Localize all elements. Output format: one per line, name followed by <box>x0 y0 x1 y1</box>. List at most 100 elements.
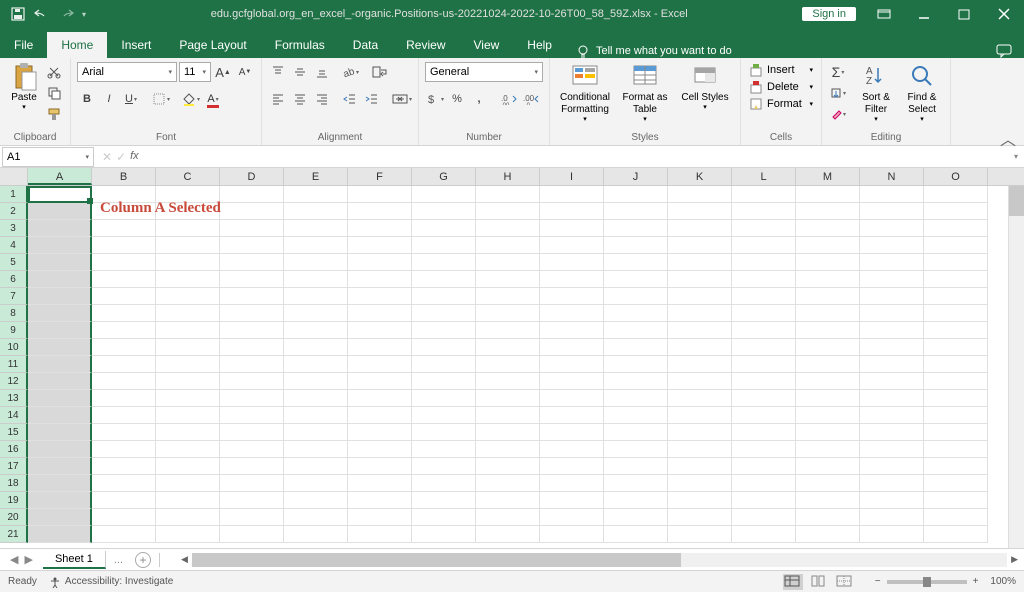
cell[interactable] <box>412 356 476 373</box>
cell[interactable] <box>220 237 284 254</box>
cell[interactable] <box>604 339 668 356</box>
tab-file[interactable]: File <box>0 32 47 58</box>
cell[interactable] <box>796 424 860 441</box>
align-right-icon[interactable] <box>312 89 332 109</box>
cell[interactable] <box>860 458 924 475</box>
fill-icon[interactable] <box>828 83 848 103</box>
sheet-nav-next-icon[interactable]: ▶ <box>24 553 32 566</box>
cell[interactable] <box>860 237 924 254</box>
cell[interactable] <box>348 373 412 390</box>
cell[interactable] <box>476 305 540 322</box>
cell[interactable] <box>540 373 604 390</box>
cell[interactable] <box>284 373 348 390</box>
sheet-tab[interactable]: Sheet 1 <box>43 551 106 569</box>
ribbon-display-icon[interactable] <box>864 0 904 28</box>
cell[interactable] <box>92 322 156 339</box>
tab-view[interactable]: View <box>460 32 514 58</box>
column-header[interactable]: N <box>860 168 924 185</box>
new-sheet-button[interactable]: + <box>135 552 151 568</box>
cell[interactable] <box>412 305 476 322</box>
cell[interactable] <box>220 322 284 339</box>
cell[interactable] <box>796 186 860 203</box>
cell[interactable] <box>92 441 156 458</box>
cell[interactable] <box>156 254 220 271</box>
cell[interactable] <box>92 271 156 288</box>
cell[interactable] <box>668 424 732 441</box>
cell[interactable] <box>412 492 476 509</box>
cell[interactable] <box>412 322 476 339</box>
cell[interactable] <box>732 271 796 288</box>
cancel-formula-icon[interactable]: ✕ <box>102 150 112 164</box>
cell[interactable] <box>92 237 156 254</box>
cell[interactable] <box>220 424 284 441</box>
cell[interactable] <box>668 237 732 254</box>
cell[interactable] <box>924 186 988 203</box>
undo-icon[interactable] <box>34 6 50 22</box>
cell[interactable] <box>156 271 220 288</box>
cell[interactable] <box>348 407 412 424</box>
cell[interactable] <box>220 458 284 475</box>
cell[interactable] <box>92 373 156 390</box>
tab-help[interactable]: Help <box>513 32 566 58</box>
cell[interactable] <box>860 492 924 509</box>
format-cells-button[interactable]: Format▾ <box>747 96 815 112</box>
cell[interactable] <box>92 526 156 543</box>
cell[interactable] <box>28 305 92 322</box>
cell[interactable] <box>604 458 668 475</box>
cell[interactable] <box>668 220 732 237</box>
cell[interactable] <box>92 492 156 509</box>
clear-icon[interactable] <box>828 104 848 124</box>
increase-decimal-icon[interactable]: .0.00 <box>499 89 519 109</box>
cell[interactable] <box>476 509 540 526</box>
cell[interactable] <box>348 526 412 543</box>
wrap-text-icon[interactable] <box>370 62 390 82</box>
cell[interactable] <box>476 441 540 458</box>
row-header[interactable]: 6 <box>0 271 28 288</box>
cell[interactable] <box>668 203 732 220</box>
cell[interactable] <box>860 475 924 492</box>
cell[interactable] <box>604 407 668 424</box>
cell[interactable] <box>604 254 668 271</box>
cell[interactable] <box>860 254 924 271</box>
cell[interactable] <box>28 390 92 407</box>
cell[interactable] <box>28 475 92 492</box>
cell[interactable] <box>732 407 796 424</box>
cell[interactable] <box>156 237 220 254</box>
cell[interactable] <box>860 220 924 237</box>
cell[interactable] <box>156 305 220 322</box>
row-header[interactable]: 14 <box>0 407 28 424</box>
cell[interactable] <box>860 509 924 526</box>
cell[interactable] <box>796 220 860 237</box>
cell[interactable] <box>348 271 412 288</box>
cell[interactable] <box>476 254 540 271</box>
cell[interactable] <box>156 356 220 373</box>
cell[interactable] <box>412 458 476 475</box>
cell[interactable] <box>156 424 220 441</box>
cell[interactable] <box>412 271 476 288</box>
cell[interactable] <box>220 407 284 424</box>
cell[interactable] <box>156 407 220 424</box>
cell[interactable] <box>156 390 220 407</box>
cell[interactable] <box>348 475 412 492</box>
minimize-icon[interactable] <box>904 0 944 28</box>
cell[interactable] <box>156 220 220 237</box>
cell[interactable] <box>732 509 796 526</box>
select-all-corner[interactable] <box>0 168 28 185</box>
cell[interactable] <box>796 390 860 407</box>
cell[interactable] <box>284 254 348 271</box>
cell[interactable] <box>860 186 924 203</box>
cell[interactable] <box>348 305 412 322</box>
cell[interactable] <box>924 390 988 407</box>
cell[interactable] <box>604 322 668 339</box>
cell[interactable] <box>668 339 732 356</box>
cell[interactable] <box>348 424 412 441</box>
column-header[interactable]: B <box>92 168 156 185</box>
cell[interactable] <box>604 305 668 322</box>
cell[interactable] <box>668 492 732 509</box>
cell[interactable] <box>220 339 284 356</box>
italic-button[interactable]: I <box>99 89 119 109</box>
percent-format-icon[interactable]: % <box>447 89 467 109</box>
cell[interactable] <box>156 509 220 526</box>
cell[interactable] <box>860 322 924 339</box>
cell[interactable] <box>284 288 348 305</box>
